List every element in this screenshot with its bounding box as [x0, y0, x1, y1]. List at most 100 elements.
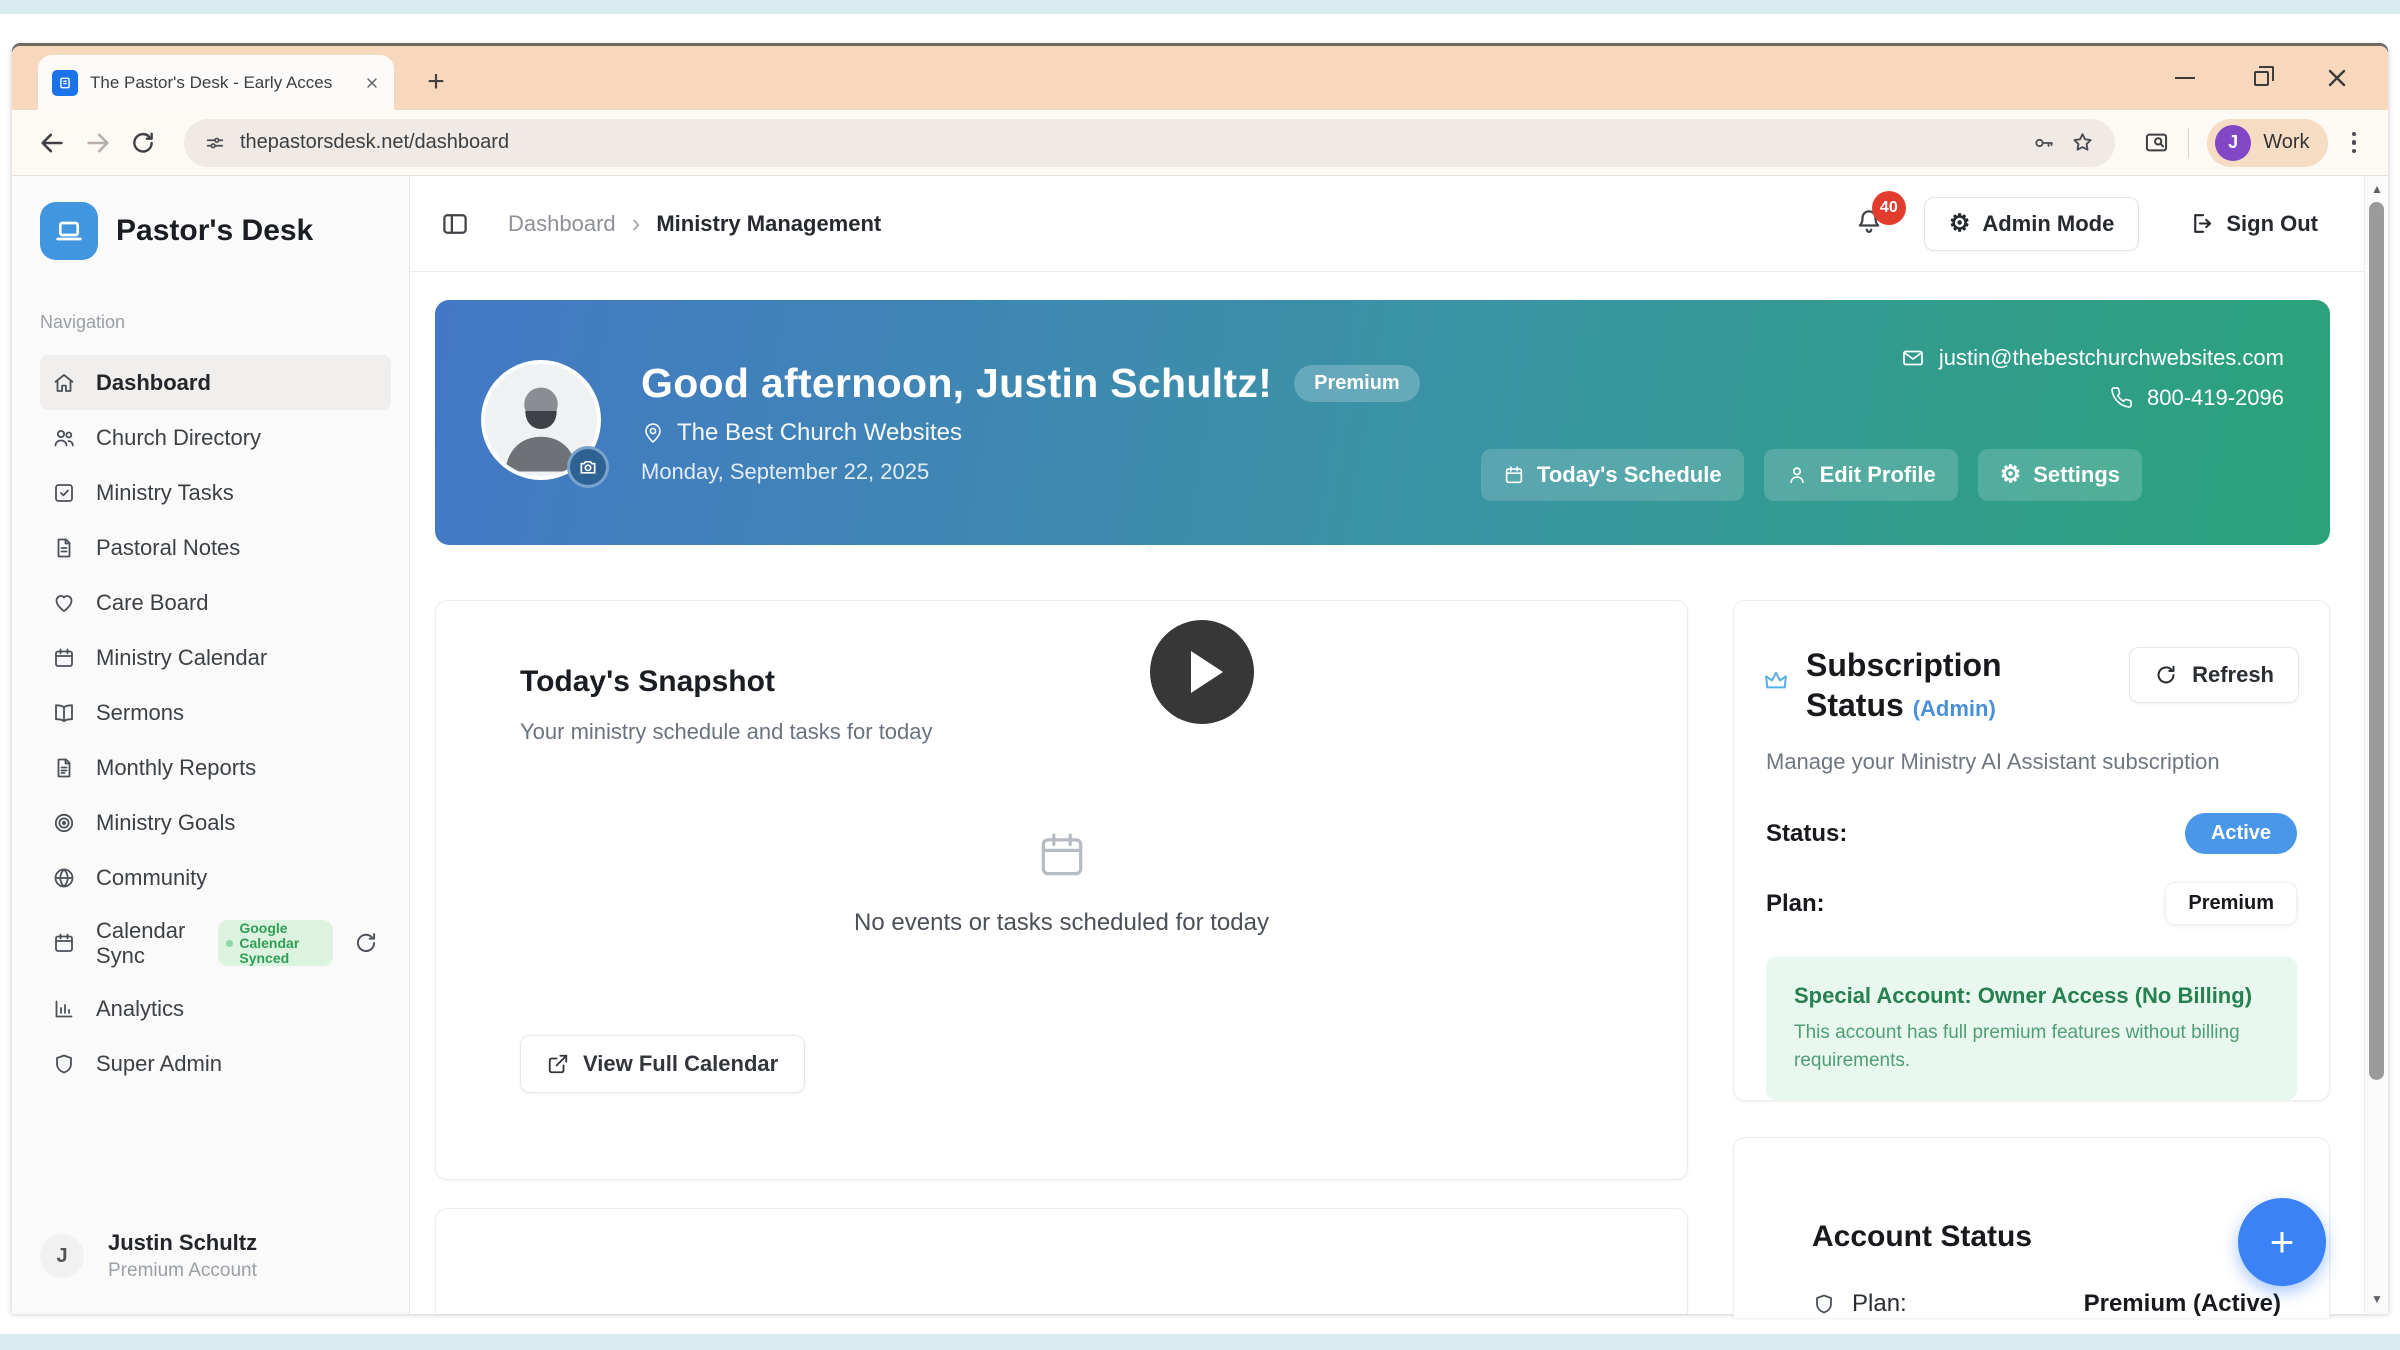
snapshot-empty-message: No events or tasks scheduled for today — [854, 909, 1269, 937]
app-topbar: Dashboard › Ministry Management 40 ⚙ Adm… — [410, 176, 2364, 272]
snapshot-subtitle: Your ministry schedule and tasks for tod… — [520, 719, 1603, 745]
password-key-icon[interactable] — [2032, 131, 2056, 155]
app-name: Pastor's Desk — [116, 214, 313, 248]
close-button[interactable] — [2322, 63, 2352, 93]
refresh-button[interactable]: Refresh — [2129, 647, 2299, 703]
sidebar-item-label: Analytics — [96, 996, 184, 1022]
breadcrumb-separator-icon: › — [632, 208, 641, 239]
welcome-left: Good afternoon, Justin Schultz! Premium … — [481, 360, 1420, 486]
admin-mode-label: Admin Mode — [1982, 211, 2114, 237]
view-full-calendar-label: View Full Calendar — [583, 1051, 778, 1077]
play-icon — [1191, 651, 1223, 693]
url-text[interactable]: thepastorsdesk.net/dashboard — [240, 131, 2018, 154]
back-icon[interactable] — [38, 129, 66, 157]
browser-profile-button[interactable]: J Work — [2207, 119, 2327, 167]
user-name: Justin Schultz — [108, 1230, 257, 1256]
site-settings-icon[interactable] — [204, 132, 226, 154]
settings-button[interactable]: ⚙ Settings — [1978, 449, 2142, 501]
tab-favicon-icon — [52, 70, 78, 96]
user-avatar: J — [40, 1234, 84, 1278]
sidebar-item-label: Dashboard — [96, 370, 211, 396]
sidebar-item-ministry-calendar[interactable]: Ministry Calendar — [40, 630, 391, 685]
camera-icon[interactable] — [567, 446, 609, 488]
search-panel-icon[interactable] — [2143, 129, 2170, 156]
email-row: justin@thebestchurchwebsites.com — [1901, 345, 2284, 371]
app-root: Pastor's Desk Navigation Dashboard Churc… — [12, 176, 2388, 1314]
notice-body: This account has full premium features w… — [1794, 1019, 2269, 1074]
status-active-badge: Active — [2185, 813, 2297, 854]
app-logo[interactable]: Pastor's Desk — [40, 202, 391, 260]
sidebar-item-label: Ministry Calendar — [96, 645, 267, 671]
sidebar-toggle-icon[interactable] — [440, 209, 470, 239]
edit-profile-button[interactable]: Edit Profile — [1764, 449, 1958, 501]
reload-icon[interactable] — [130, 130, 156, 156]
external-link-icon — [547, 1053, 569, 1075]
browser-menu-icon[interactable] — [2346, 132, 2363, 154]
crown-icon — [1762, 667, 1790, 695]
sidebar-item-church-directory[interactable]: Church Directory — [40, 410, 391, 465]
admin-mode-button[interactable]: ⚙ Admin Mode — [1924, 197, 2140, 251]
browser-tab[interactable]: The Pastor's Desk - Early Acces — [38, 55, 394, 110]
sidebar-item-ministry-tasks[interactable]: Ministry Tasks — [40, 465, 391, 520]
breadcrumb-root[interactable]: Dashboard — [508, 211, 616, 237]
status-label: Status: — [1766, 820, 1847, 848]
globe-icon — [52, 866, 76, 890]
video-play-button[interactable] — [1150, 620, 1254, 724]
sidebar-item-care-board[interactable]: Care Board — [40, 575, 391, 630]
admin-tag: (Admin) — [1913, 696, 1996, 721]
add-fab-button[interactable]: + — [2238, 1198, 2326, 1286]
sidebar-item-monthly-reports[interactable]: Monthly Reports — [40, 740, 391, 795]
bar-chart-icon — [52, 997, 76, 1021]
scrollbar-thumb[interactable] — [2369, 202, 2384, 1080]
gear-icon: ⚙ — [2000, 463, 2022, 487]
sidebar-item-label: Care Board — [96, 590, 209, 616]
todays-schedule-button[interactable]: Today's Schedule — [1481, 449, 1744, 501]
address-bar[interactable]: thepastorsdesk.net/dashboard — [184, 119, 2115, 167]
sidebar-item-sermons[interactable]: Sermons — [40, 685, 391, 740]
calendar-icon — [1503, 464, 1525, 486]
forward-icon[interactable] — [84, 129, 112, 157]
refresh-icon — [2154, 663, 2178, 687]
refresh-label: Refresh — [2192, 662, 2274, 688]
sidebar-item-dashboard[interactable]: Dashboard — [40, 355, 391, 410]
shield-icon — [1812, 1292, 1836, 1316]
user-info: Justin Schultz Premium Account — [108, 1230, 257, 1282]
left-column: Today's Snapshot Your ministry schedule … — [435, 600, 1688, 1314]
sidebar-item-label: Pastoral Notes — [96, 535, 240, 561]
todays-schedule-label: Today's Schedule — [1537, 462, 1722, 488]
sidebar-item-ministry-goals[interactable]: Ministry Goals — [40, 795, 391, 850]
cards-row: Today's Snapshot Your ministry schedule … — [435, 600, 2330, 1314]
sidebar-item-pastoral-notes[interactable]: Pastoral Notes — [40, 520, 391, 575]
nav-list: Dashboard Church Directory Ministry Task… — [40, 355, 391, 1091]
notifications-button[interactable]: 40 — [1854, 207, 1888, 241]
sidebar-item-label: Sermons — [96, 700, 184, 726]
app-scrollbar[interactable]: ▲ ▼ — [2364, 176, 2388, 1314]
location-pin-icon — [641, 421, 665, 445]
sidebar-item-calendar-sync[interactable]: Calendar Sync Google Calendar Synced — [40, 905, 391, 981]
sidebar-item-super-admin[interactable]: Super Admin — [40, 1036, 391, 1091]
sync-refresh-icon[interactable] — [353, 930, 379, 956]
sync-status-dot-icon — [226, 940, 233, 947]
settings-label: Settings — [2033, 462, 2120, 488]
tab-close-icon[interactable] — [364, 75, 380, 91]
breadcrumb-current: Ministry Management — [656, 211, 881, 237]
sidebar-item-community[interactable]: Community — [40, 850, 391, 905]
new-tab-button[interactable]: + — [416, 62, 456, 102]
profile-photo-wrap[interactable] — [481, 360, 607, 486]
view-full-calendar-button[interactable]: View Full Calendar — [520, 1035, 805, 1093]
notice-title: Special Account: Owner Access (No Billin… — [1794, 983, 2269, 1009]
scroll-down-icon[interactable]: ▼ — [2365, 1292, 2389, 1306]
calendar-sync-icon — [52, 931, 76, 955]
bookmark-star-icon[interactable] — [2070, 130, 2095, 155]
sidebar-user[interactable]: J Justin Schultz Premium Account — [40, 1230, 391, 1288]
status-row: Status: Active — [1766, 813, 2297, 854]
welcome-text: Good afternoon, Justin Schultz! Premium … — [641, 360, 1420, 485]
sidebar-item-analytics[interactable]: Analytics — [40, 981, 391, 1036]
maximize-button[interactable] — [2246, 63, 2276, 93]
sign-out-icon — [2189, 211, 2214, 236]
welcome-right: justin@thebestchurchwebsites.com 800-419… — [1481, 345, 2284, 501]
sign-out-button[interactable]: Sign Out — [2177, 197, 2330, 251]
plan-value-badge: Premium — [2165, 882, 2297, 925]
minimize-button[interactable] — [2170, 63, 2200, 93]
scroll-up-icon[interactable]: ▲ — [2365, 182, 2389, 196]
